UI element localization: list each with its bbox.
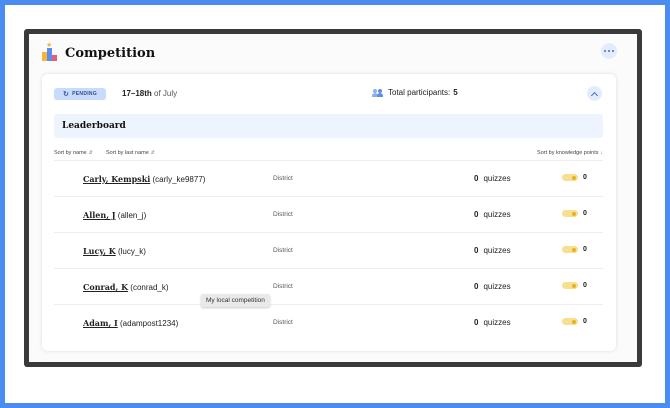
more-options-button[interactable] — [601, 43, 617, 59]
participant-name: Adam, I (adampost1234) — [83, 318, 178, 328]
knowledge-points: 0 — [562, 282, 587, 289]
competition-date: 17–18th of July — [122, 89, 177, 98]
quiz-count-value: 0 — [474, 210, 479, 219]
leaderboard-title: Leaderboard — [62, 121, 126, 131]
participant-name: Allen, J (allen_j) — [83, 210, 146, 220]
quiz-count-value: 0 — [474, 174, 479, 183]
participant-district: District — [273, 211, 293, 218]
participant-username: (adampost1234) — [120, 319, 179, 328]
quiz-count-value: 0 — [474, 282, 479, 291]
competition-card: ↻ PENDING 17–18th of July Total particip… — [42, 74, 616, 351]
quiz-count-label: quizzes — [483, 174, 511, 183]
sort-by-last-name-label: Sort by last name — [106, 150, 149, 156]
participant-username: (allen_j) — [117, 211, 147, 220]
sort-by-name-label: Sort by name — [54, 150, 87, 156]
quiz-count: 0 quizzes — [474, 282, 511, 291]
page-header: ★ Competition — [42, 42, 156, 63]
coin-icon — [562, 246, 578, 253]
participant-name: Carly, Kempski (carly_ke9877) — [83, 174, 205, 184]
date-range: 17–18th — [122, 89, 152, 98]
sort-down-icon: ↓ — [600, 150, 604, 156]
participant-district: District — [273, 283, 293, 290]
table-row: Allen, J (allen_j) District 0 quizzes 0 — [54, 196, 603, 232]
sort-by-last-name-button[interactable]: Sort by last name ⇵ — [106, 150, 155, 156]
table-row: Adam, I (adampost1234) District 0 quizzes… — [54, 304, 603, 340]
sort-arrows-icon: ⇵ — [150, 150, 155, 156]
quiz-count-value: 0 — [474, 318, 479, 327]
participant-district: District — [273, 247, 293, 254]
quiz-count: 0 quizzes — [474, 210, 511, 219]
sort-arrows-icon: ⇵ — [88, 150, 93, 156]
leaderboard-header: Leaderboard — [54, 114, 603, 138]
sort-by-points-button[interactable]: Sort by knowledge points ↓ — [537, 150, 603, 156]
competition-summary: ↻ PENDING 17–18th of July Total particip… — [54, 86, 604, 102]
quiz-count: 0 quizzes — [474, 174, 511, 183]
quiz-count-label: quizzes — [483, 282, 511, 291]
status-badge: ↻ PENDING — [54, 88, 106, 100]
people-icon — [372, 88, 384, 97]
participants-count: 5 — [453, 88, 458, 97]
quiz-count: 0 quizzes — [474, 246, 511, 255]
participant-district: District — [273, 175, 293, 182]
knowledge-points-value: 0 — [583, 282, 587, 289]
participants-label: Total participants: — [388, 88, 451, 97]
knowledge-points: 0 — [562, 318, 587, 325]
participant-username: (lucy_k) — [117, 247, 146, 256]
sort-by-name-button[interactable]: Sort by name ⇵ — [54, 150, 93, 156]
participant-link[interactable]: Lucy, K — [83, 246, 116, 256]
knowledge-points: 0 — [562, 210, 587, 217]
participant-link[interactable]: Allen, J — [83, 210, 116, 220]
table-row: Conrad, K (conrad_k) District 0 quizzes 0 — [54, 268, 603, 304]
participant-username: (conrad_k) — [130, 283, 169, 292]
quiz-count-label: quizzes — [483, 318, 511, 327]
participant-username: (carly_ke9877) — [152, 175, 206, 184]
leaderboard-trophy-icon: ★ — [42, 42, 58, 61]
table-row: Lucy, K (lucy_k) District 0 quizzes 0 — [54, 232, 603, 268]
coin-icon — [562, 174, 578, 181]
table-row: Carly, Kempski (carly_ke9877) District 0… — [54, 160, 603, 196]
knowledge-points: 0 — [562, 174, 587, 181]
knowledge-points-value: 0 — [583, 210, 587, 217]
page-title: Competition — [65, 45, 156, 61]
participant-link[interactable]: Carly, Kempski — [83, 174, 150, 184]
quiz-count: 0 quizzes — [474, 318, 511, 327]
quiz-count-label: quizzes — [483, 210, 511, 219]
leaderboard-list: Carly, Kempski (carly_ke9877) District 0… — [54, 160, 603, 340]
knowledge-points-value: 0 — [583, 318, 587, 325]
competition-panel: ★ Competition ↻ PENDING 17–18th of July … — [29, 34, 637, 362]
participant-name: Lucy, K (lucy_k) — [83, 246, 146, 256]
collapse-button[interactable] — [587, 86, 602, 101]
participant-district: District — [273, 319, 293, 326]
participant-link[interactable]: Conrad, K — [83, 282, 128, 292]
knowledge-points-value: 0 — [583, 246, 587, 253]
total-participants: Total participants: 5 — [372, 88, 458, 97]
chevron-up-icon — [590, 91, 599, 99]
quiz-count-value: 0 — [474, 246, 479, 255]
participant-name: Conrad, K (conrad_k) — [83, 282, 169, 292]
coin-icon — [562, 318, 578, 325]
more-options-icon — [603, 49, 607, 53]
sort-controls: Sort by name ⇵ Sort by last name ⇵ Sort … — [54, 150, 603, 160]
sort-by-points-label: Sort by knowledge points — [537, 150, 599, 156]
quiz-count-label: quizzes — [483, 246, 511, 255]
tooltip: My local competition — [201, 294, 270, 307]
status-label: PENDING — [72, 91, 98, 97]
knowledge-points: 0 — [562, 246, 587, 253]
coin-icon — [562, 282, 578, 289]
refresh-icon: ↻ — [62, 90, 70, 98]
date-month: of July — [154, 89, 178, 98]
coin-icon — [562, 210, 578, 217]
knowledge-points-value: 0 — [583, 174, 587, 181]
participant-link[interactable]: Adam, I — [83, 318, 118, 328]
